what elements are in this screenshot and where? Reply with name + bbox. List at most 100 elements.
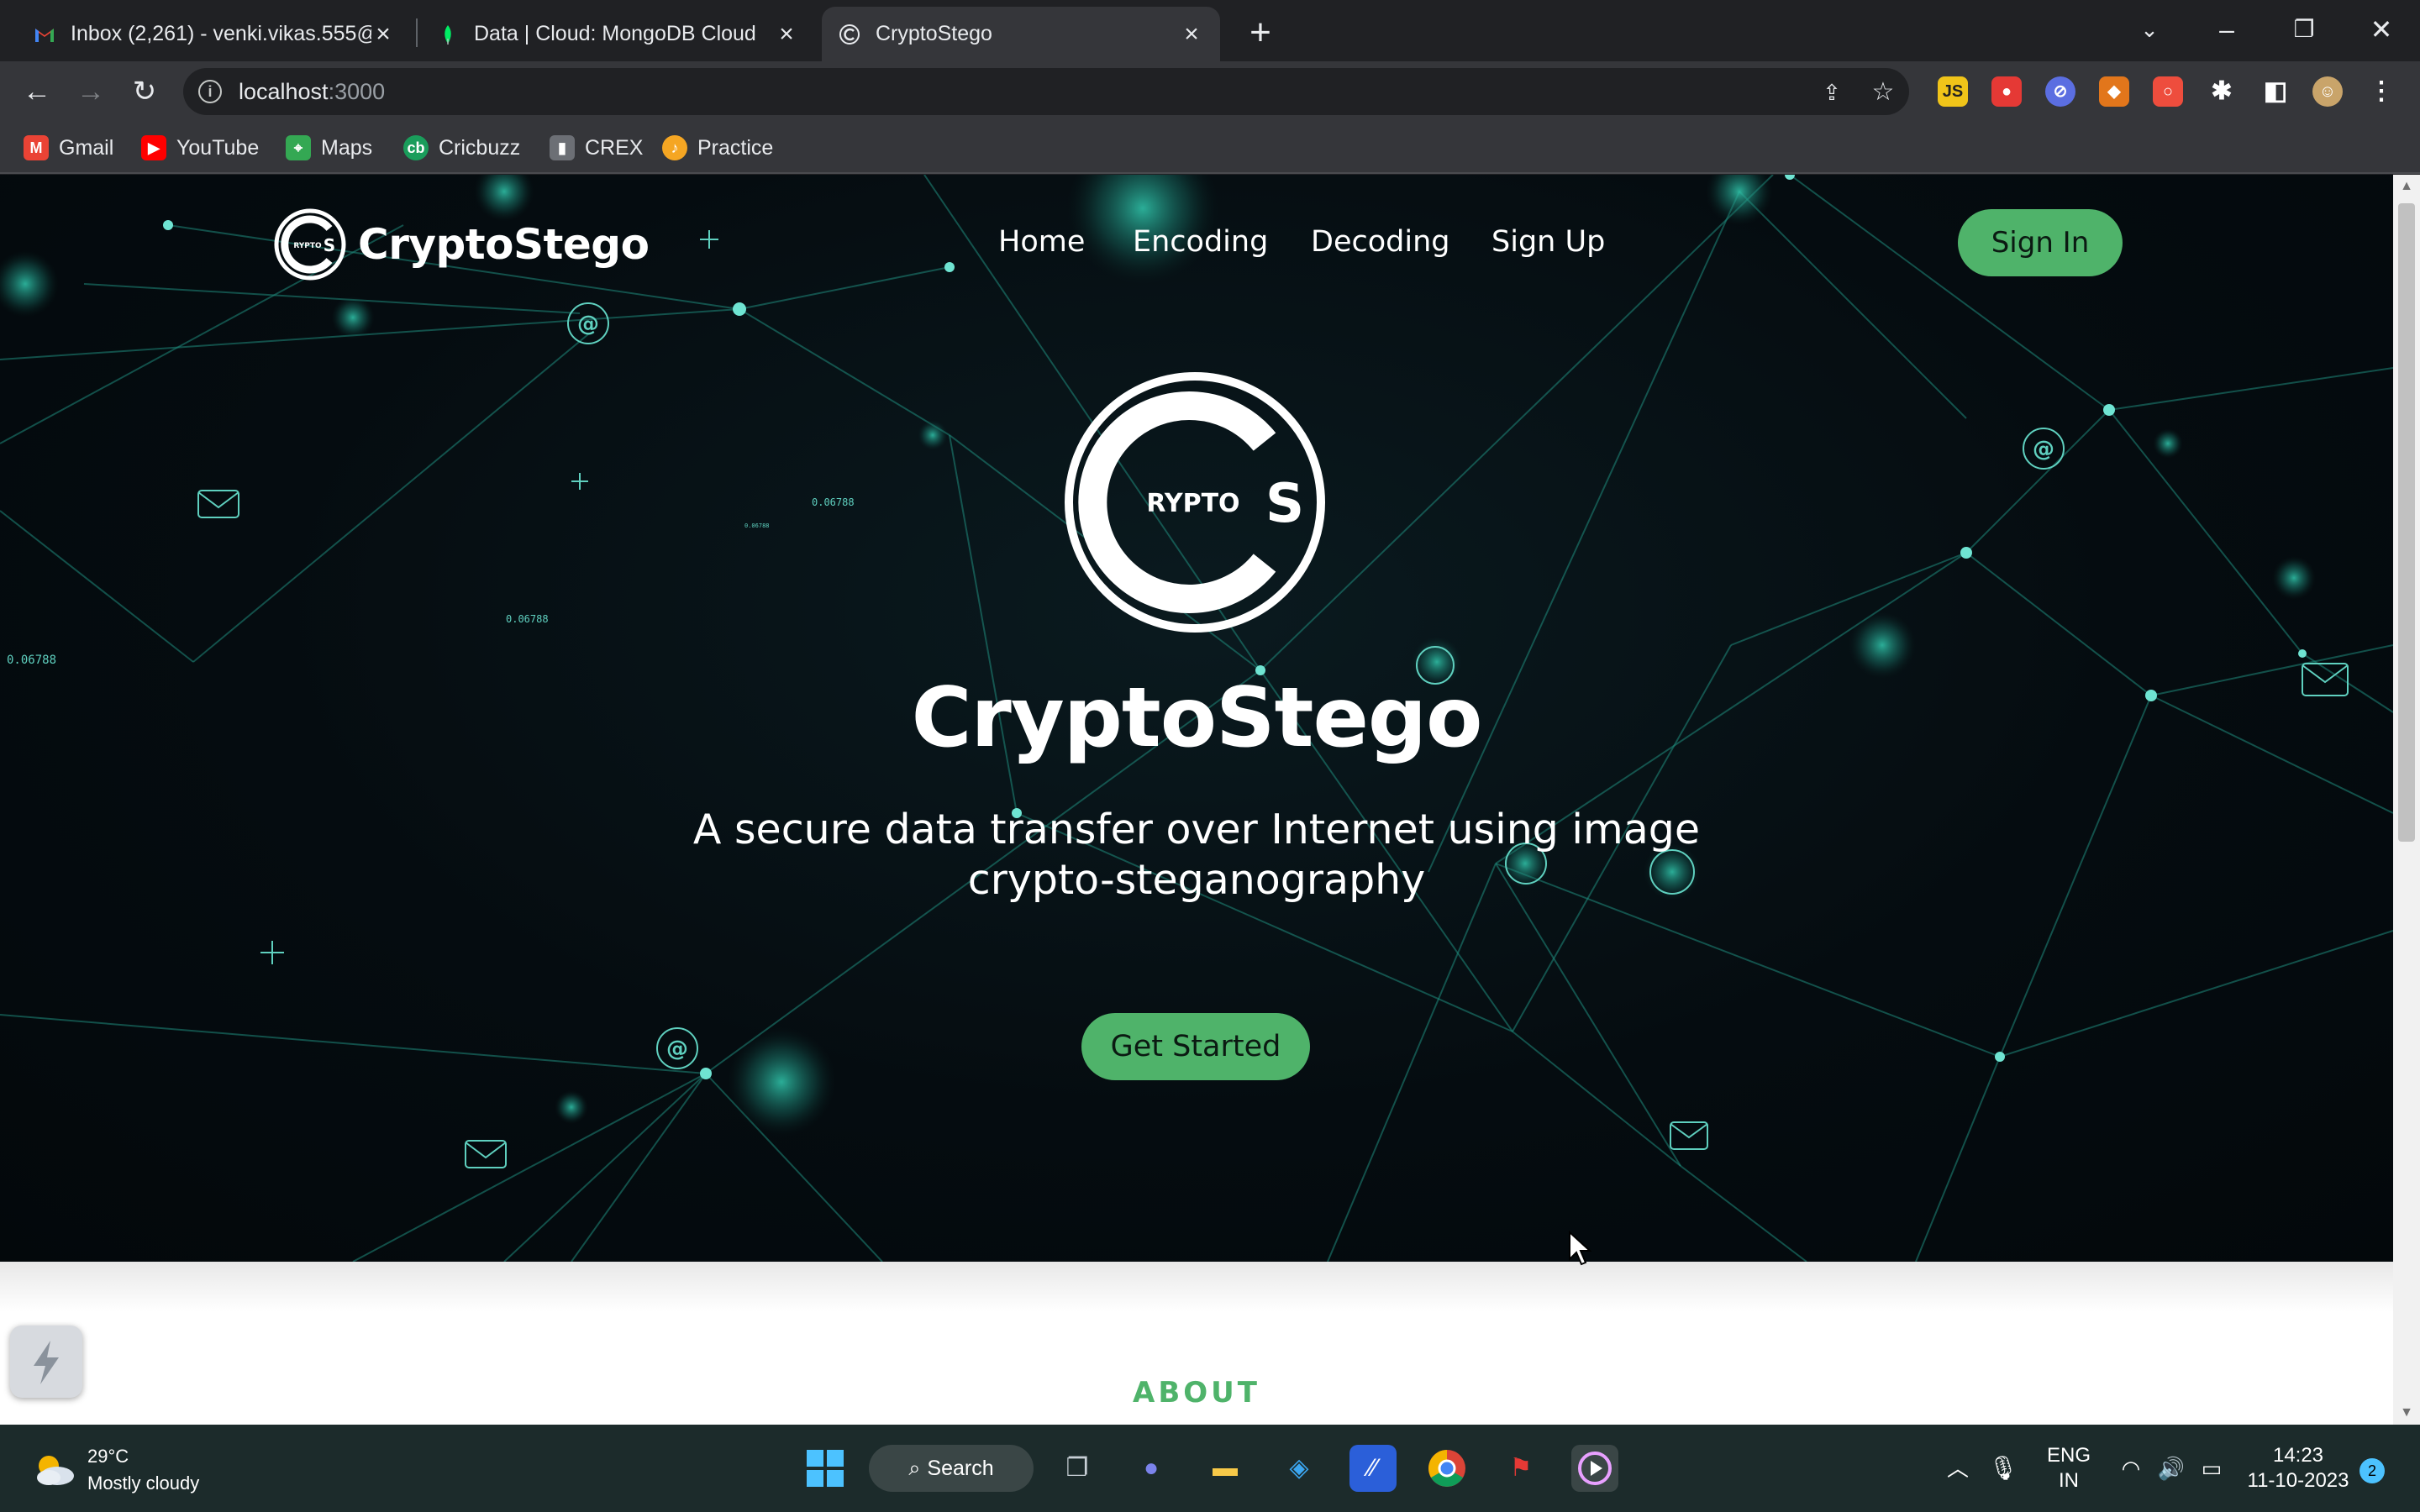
minimize-button[interactable]: – [2202,8,2252,50]
maps-pin-icon: ⌖ [286,135,311,160]
url-host: localhost [239,79,329,104]
address-bar[interactable]: i localhost:3000 ⇪ ☆ [183,68,1909,115]
back-button[interactable]: ← [15,70,59,113]
practice-bell-icon: ♪ [662,135,687,160]
page-scrollbar[interactable]: ▲ ▼ [2393,175,2420,1425]
bookmark-label: Cricbuzz [439,135,521,160]
bookmark-crex[interactable]: ▮ CREX [550,134,643,162]
extensions-puzzle-icon[interactable]: ✱ [2207,76,2237,107]
site-info-icon[interactable]: i [198,80,222,103]
profile-avatar[interactable]: ☺ [2312,76,2343,107]
chrome-icon[interactable] [1423,1445,1470,1492]
vscode-icon[interactable]: ◈ [1276,1445,1323,1492]
close-window-button[interactable]: ✕ [2356,8,2407,50]
tab-cryptostego[interactable]: CryptoStego × [822,7,1220,61]
background-number: 0.06788 [744,522,770,529]
metamask-extension-icon[interactable]: ◆ [2099,76,2129,107]
clock-time: 14:23 [2272,1444,2324,1467]
teams-chat-icon[interactable]: ● [1128,1445,1175,1492]
tab-title: CryptoStego [876,22,992,45]
compass-extension-icon[interactable]: ⊘ [2045,76,2075,107]
scroll-down-icon[interactable]: ▼ [2400,1406,2413,1420]
nav-home[interactable]: Home [998,225,1085,259]
bookmark-label: Gmail [59,135,114,160]
bookmark-star-icon[interactable]: ☆ [1869,78,1897,107]
search-icon: ⌕ [908,1456,921,1480]
adblock-extension-icon[interactable]: ● [1991,76,2022,107]
nav-encoding[interactable]: Encoding [1133,225,1268,259]
bookmark-cricbuzz[interactable]: cb Cricbuzz [403,134,520,162]
clock-date: 11-10-2023 [2247,1469,2349,1492]
weather-widget[interactable]: 29°C Mostly cloudy [30,1443,199,1497]
scroll-up-icon[interactable]: ▲ [2400,180,2413,193]
file-explorer-icon[interactable]: ▬ [1202,1445,1249,1492]
tab-title: Inbox (2,261) - venki.vikas.555@g [71,22,371,45]
clock[interactable]: 14:23 11-10-2023 [2244,1443,2353,1494]
language-indicator[interactable]: ENG IN [2035,1443,2102,1494]
bookmark-label: CREX [585,135,644,160]
show-hidden-icons-chevron[interactable]: ︿ [1934,1445,1981,1492]
close-icon[interactable]: × [371,20,395,49]
record-extension-icon[interactable]: ○ [2153,76,2183,107]
tab-search-chevron-icon[interactable]: ⌄ [2124,8,2175,50]
hero-subtitle-line: A secure data transfer over Internet usi… [692,806,1701,853]
microphone-icon[interactable]: 🎙 [1980,1445,2027,1492]
cryptostego-favicon [839,24,860,45]
nav-sign-up[interactable]: Sign Up [1491,225,1605,259]
at-sign-icon: @ [577,312,599,337]
get-started-button[interactable]: Get Started [1081,1013,1310,1080]
windows-start-icon[interactable] [802,1445,849,1492]
bookmark-label: YouTube [176,135,260,160]
bookmark-label: Practice [697,135,774,160]
tab-mongodb[interactable]: Data | Cloud: MongoDB Cloud × [420,7,815,61]
menu-kebab-icon[interactable]: ⋮ [2366,76,2396,107]
bookmark-youtube[interactable]: ▶ YouTube [141,134,259,162]
forward-button[interactable]: → [69,70,113,113]
browser-tab-strip: Inbox (2,261) - venki.vikas.555@g × Data… [0,0,2420,61]
site-logo[interactable]: RYPTO S CryptoStego [274,207,650,282]
hero-section: @ @ @ 0.06788 0.06788 0.06788 0.06788 RY… [0,175,2393,1262]
background-number: 0.06788 [506,613,549,625]
floating-widget-button[interactable] [10,1326,82,1398]
cryptostego-emblem: RYPTO S [1065,372,1325,633]
bookmarks-bar: M Gmail ▶ YouTube ⌖ Maps cb Cricbuzz ▮ CREX ♪… [0,122,2420,174]
share-icon[interactable]: ⇪ [1818,78,1846,107]
gmail-icon: M [24,135,49,160]
tab-gmail[interactable]: Inbox (2,261) - venki.vikas.555@g × [17,7,412,61]
side-panel-icon[interactable]: ◧ [2260,76,2291,107]
lightning-icon [34,1341,59,1384]
azure-data-studio-icon[interactable]: ⁄⁄ [1349,1445,1397,1492]
new-tab-button[interactable]: + [1239,12,1281,54]
close-icon[interactable]: × [1180,20,1203,49]
task-view-icon[interactable]: ❐ [1054,1445,1101,1492]
media-player-icon[interactable] [1571,1445,1618,1492]
mongodb-leaf-icon [445,24,451,45]
browser-toolbar: ← → ↻ i localhost:3000 ⇪ ☆ JS ● ⊘ ◆ ○ ✱ … [0,61,2420,122]
battery-icon[interactable]: ▭ [2188,1445,2235,1492]
windows-taskbar: 29°C Mostly cloudy ⌕ Search ❐ ● ▬ ◈ ⁄⁄ ⚑ … [0,1425,2420,1512]
at-sign-icon: @ [666,1037,688,1062]
bookmark-practice[interactable]: ♪ Practice [662,134,773,162]
scroll-thumb[interactable] [2398,203,2415,842]
emblem-text: RYPTO [1146,489,1239,518]
notification-badge[interactable]: 2 [2360,1458,2385,1483]
close-icon[interactable]: × [775,20,798,49]
url-text: localhost:3000 [239,79,385,105]
js-extension-icon[interactable]: JS [1938,76,1968,107]
mouse-cursor-icon [1569,1231,1592,1266]
acrobat-icon[interactable]: ⚑ [1497,1445,1544,1492]
cryptostego-logo-icon: RYPTO S [274,208,346,281]
hero-subtitle-line: crypto-steganography [967,856,1426,904]
nav-decoding[interactable]: Decoding [1311,225,1449,259]
gmail-icon [35,28,54,42]
sign-in-button[interactable]: Sign In [1958,209,2123,276]
weather-desc: Mostly cloudy [87,1473,200,1494]
bookmark-maps[interactable]: ⌖ Maps [286,134,372,162]
restore-button[interactable]: ❐ [2279,8,2329,50]
reload-button[interactable]: ↻ [123,70,166,113]
taskbar-search[interactable]: ⌕ Search [869,1445,1034,1492]
cricbuzz-icon: cb [403,135,429,160]
bookmark-gmail[interactable]: M Gmail [24,134,113,162]
cloud-sun-icon [37,1456,74,1485]
at-sign-icon: @ [2033,437,2054,462]
